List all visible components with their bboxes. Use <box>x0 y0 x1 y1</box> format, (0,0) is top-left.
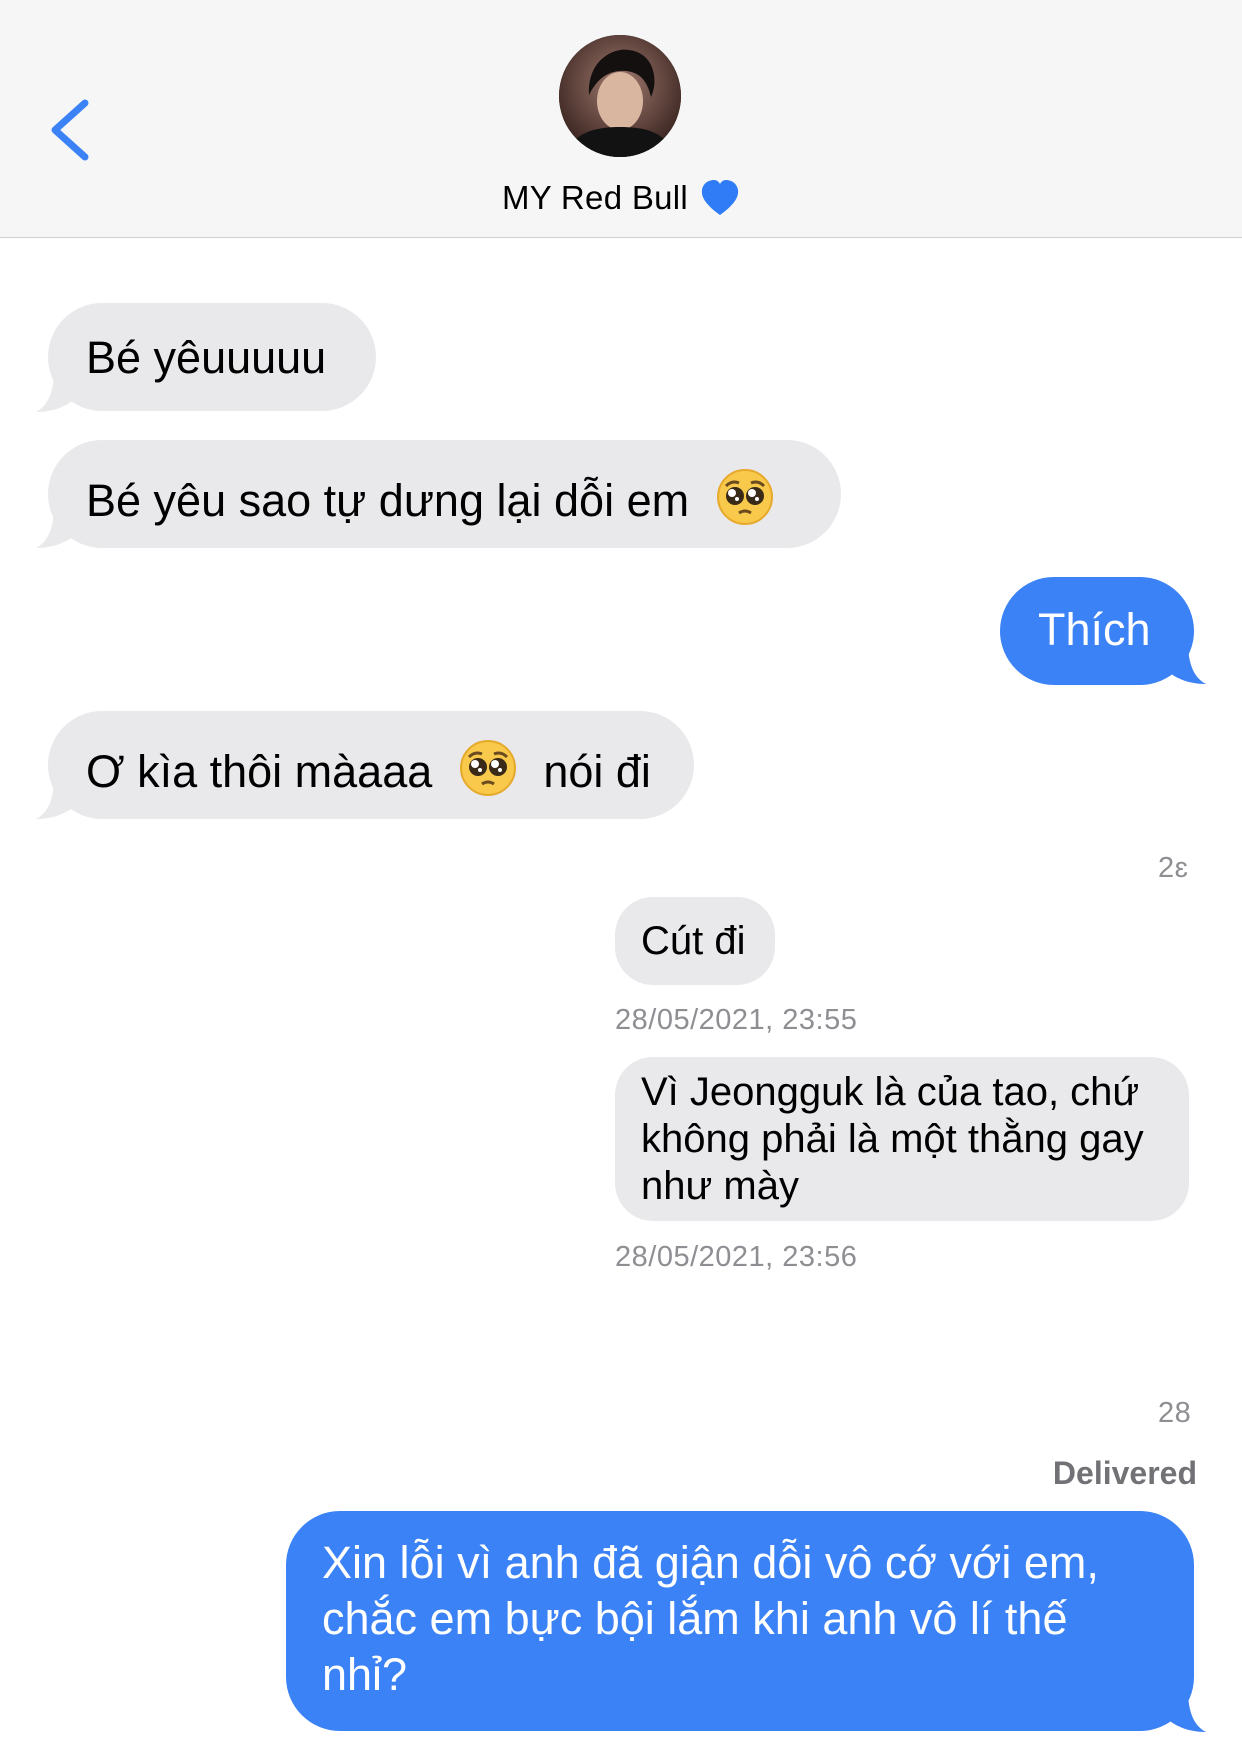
delivered-status: Delivered <box>1052 1455 1197 1491</box>
pleading-face-emoji <box>459 739 517 807</box>
message-line: Xin lỗi vì anh đã giận dỗi vô cớ với em, <box>322 1537 1099 1588</box>
outgoing-message[interactable]: Xin lỗi vì anh đã giận dỗi vô cớ với em,… <box>286 1511 1194 1731</box>
incoming-message[interactable]: Bé yêuuuuu <box>48 303 376 411</box>
message-text: Bé yêuuuuu <box>86 332 327 383</box>
bubble-tail <box>1164 642 1206 684</box>
side-timestamp: 28 <box>1158 1397 1192 1429</box>
message-text-after: nói đi <box>543 746 651 797</box>
pleading-face-emoji <box>716 468 774 536</box>
message-line: chắc em bực bội lắm khi anh vô lí thế <box>322 1593 1068 1644</box>
bubble-tail <box>36 777 78 819</box>
incoming-message[interactable]: Bé yêu sao tự dưng lại dỗi em <box>48 440 841 548</box>
message-text: Thích <box>1038 604 1151 655</box>
message-text-before: Ơ kìa thôi màaaa <box>86 746 433 797</box>
message-text: Bé yêu sao tự dưng lại dỗi em <box>86 475 690 526</box>
blue-heart-emoji <box>700 179 740 226</box>
bubble-tail <box>36 370 78 412</box>
bubble-tail <box>1164 1690 1206 1732</box>
quoted-message[interactable]: Vì Jeongguk là của tao, chứ không phải l… <box>615 1057 1189 1221</box>
message-line: như mày <box>641 1164 799 1208</box>
contact-name-row[interactable]: MY Red Bull <box>0 178 1242 226</box>
message-line: Vì Jeongguk là của tao, chứ <box>641 1070 1140 1114</box>
contact-name: MY Red Bull <box>501 179 689 216</box>
message-timestamp: 28/05/2021, 23:55 <box>615 1004 858 1036</box>
message-text: Cút đi <box>641 919 746 963</box>
contact-avatar[interactable] <box>559 35 681 157</box>
incoming-message[interactable]: Ơ kìa thôi màaaa nói đi <box>48 711 694 819</box>
message-timestamp: 28/05/2021, 23:56 <box>615 1241 858 1273</box>
message-line: nhỉ? <box>322 1649 408 1700</box>
bubble-tail <box>36 506 78 548</box>
chat-header: MY Red Bull <box>0 0 1242 238</box>
message-line: không phải là một thằng gay <box>641 1117 1144 1161</box>
back-button[interactable] <box>40 95 100 165</box>
avatar-photo <box>559 35 681 157</box>
quoted-message[interactable]: Cút đi <box>615 897 775 985</box>
side-timestamp: 2ɛ <box>1158 852 1189 884</box>
chevron-left-icon <box>51 99 89 161</box>
